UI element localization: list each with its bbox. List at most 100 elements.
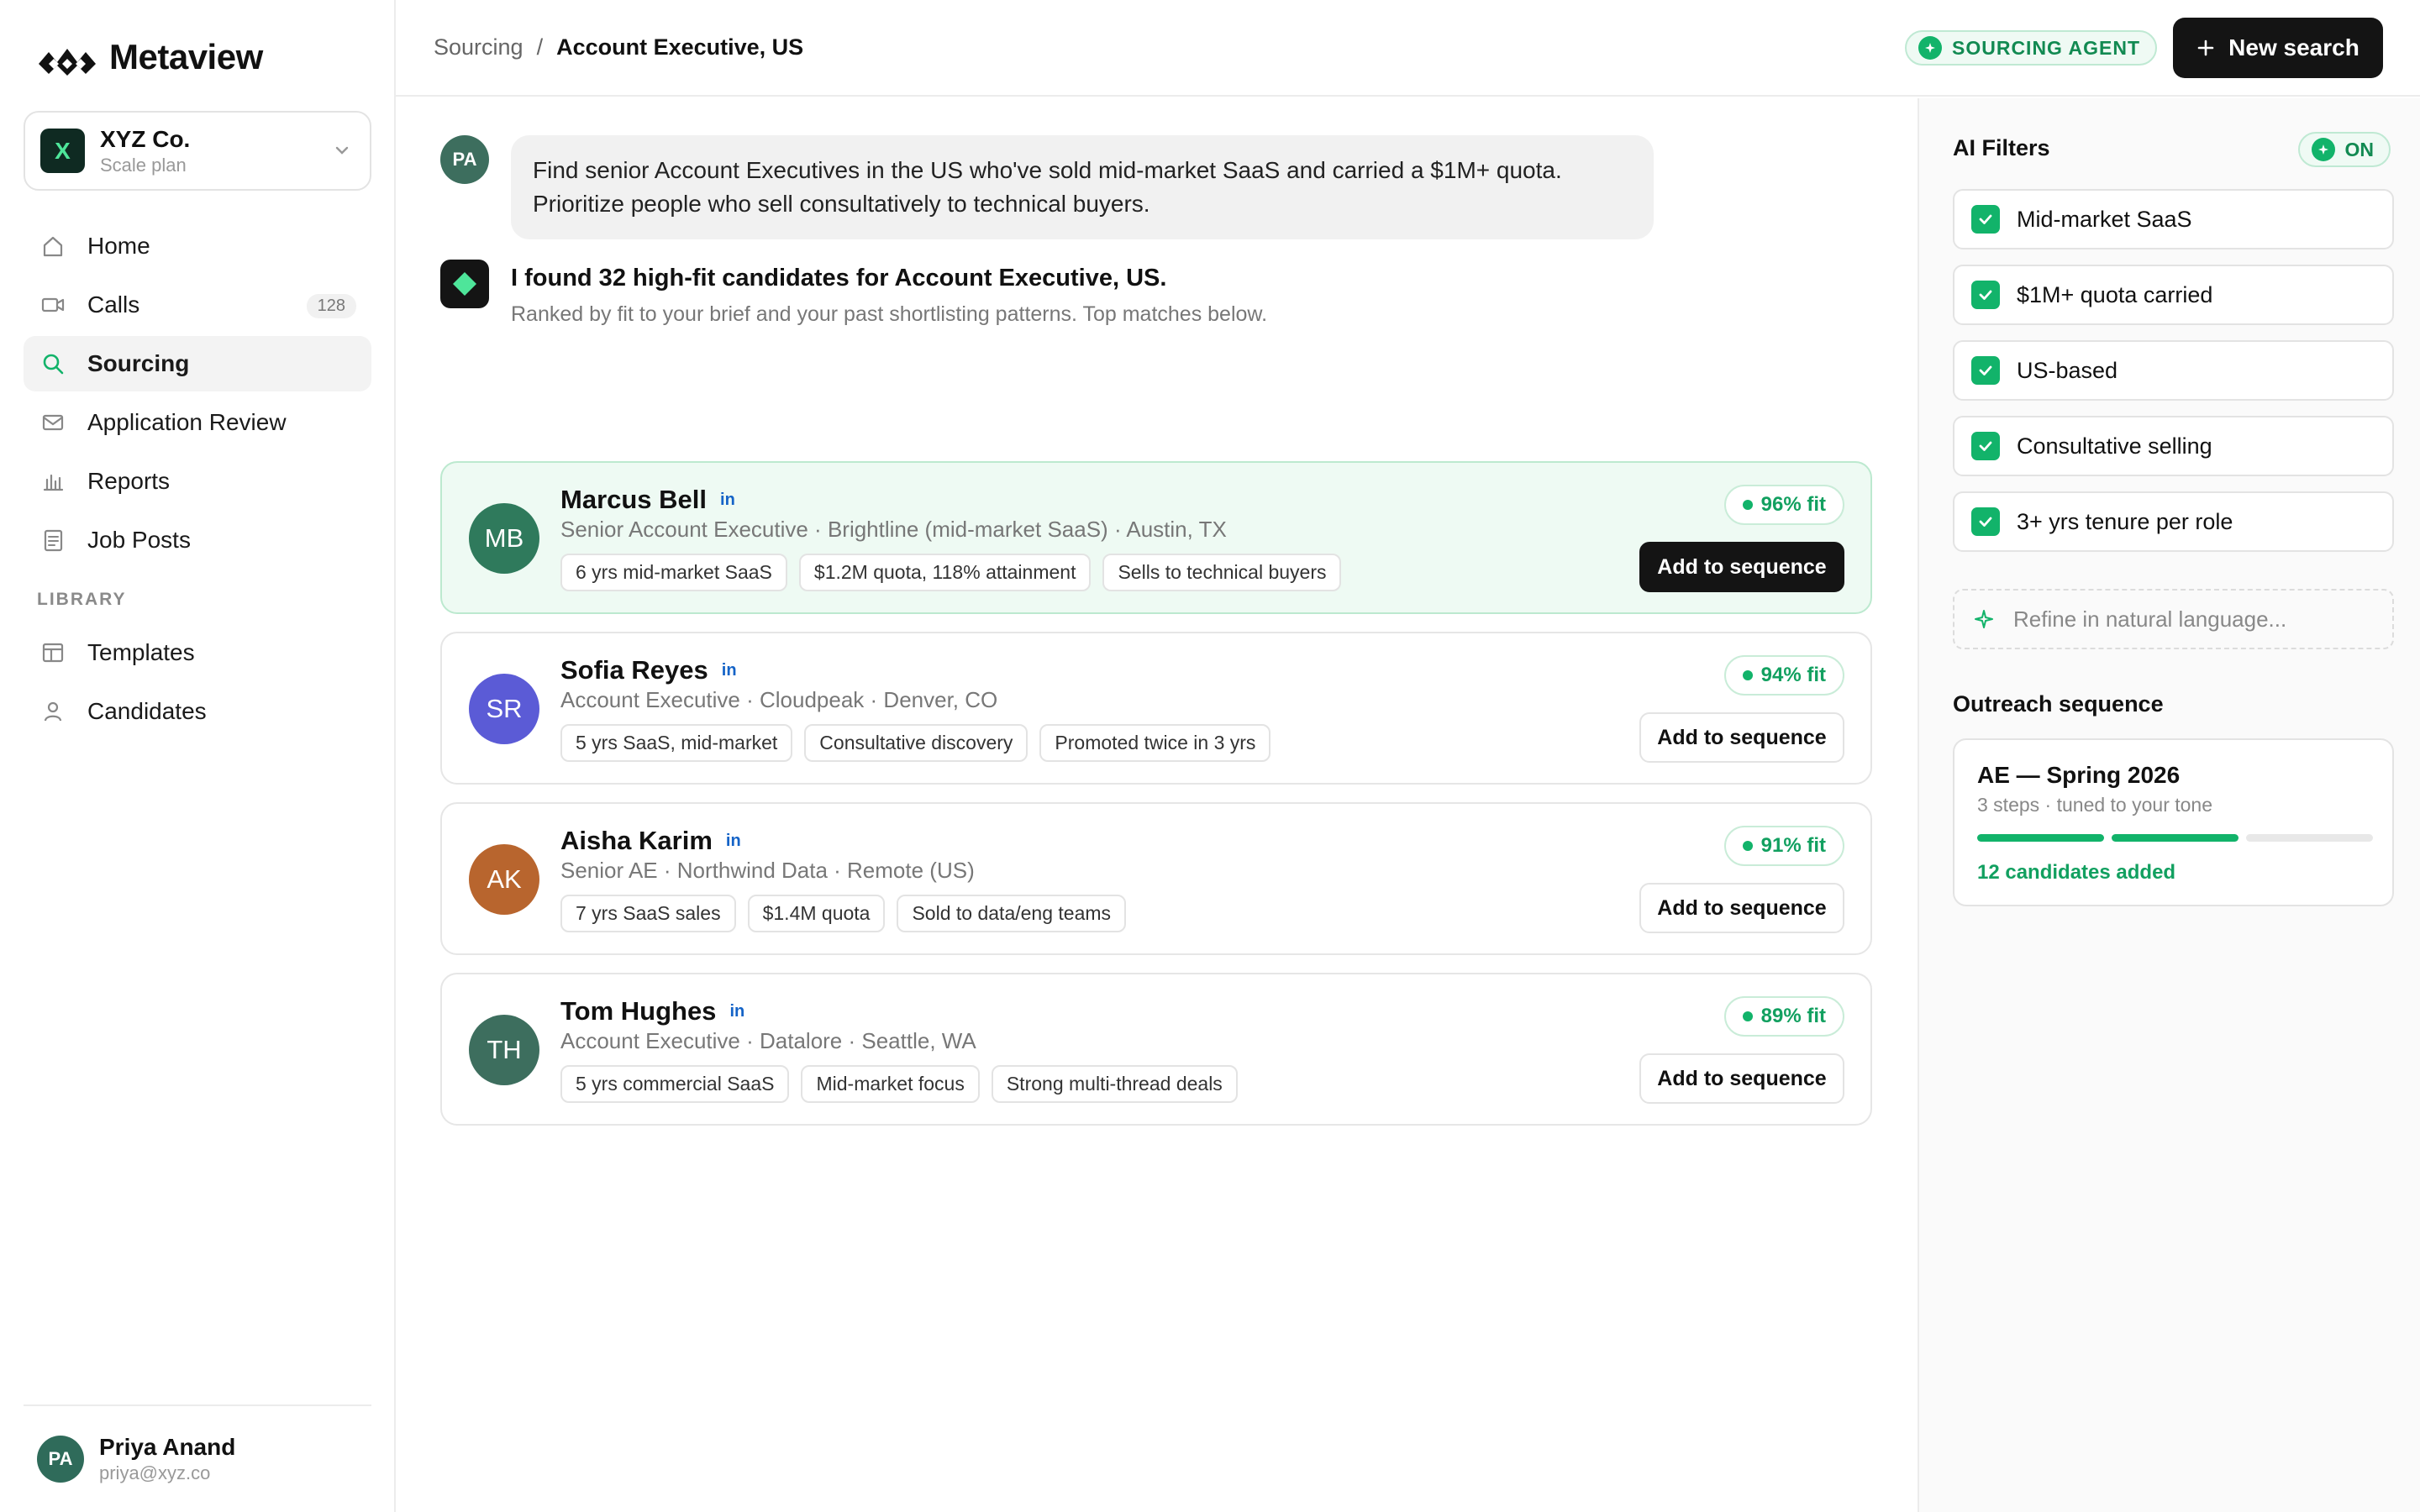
calls-count-badge: 128 <box>306 294 356 318</box>
status-dot-icon <box>1742 500 1753 510</box>
candidate-tag: 5 yrs SaaS, mid-market <box>560 724 793 762</box>
topbar: Sourcing / Account Executive, US SOURCIN… <box>396 0 2420 97</box>
person-icon <box>44 701 62 722</box>
sourcing-agent-label: SOURCING AGENT <box>1952 36 2140 59</box>
candidate-card[interactable]: AK Aisha Karim in Senior AE · Northwind … <box>440 802 1872 955</box>
sidebar-item-label: Job Posts <box>87 527 191 553</box>
add-to-sequence-button[interactable]: Add to sequence <box>1639 1053 1844 1104</box>
sequence-name: AE — Spring 2026 <box>1977 762 2181 788</box>
linkedin-icon[interactable]: in <box>729 1002 744 1021</box>
candidate-card[interactable]: TH Tom Hughes in Account Executive · Dat… <box>440 973 1872 1126</box>
progress-segment <box>1977 834 2104 842</box>
fit-score-badge: 89% fit <box>1723 996 1844 1037</box>
sidebar-item-templates[interactable]: Templates <box>24 625 371 680</box>
fit-score-badge: 96% fit <box>1723 485 1844 525</box>
org-badge: X <box>40 129 85 173</box>
filter-item[interactable]: Mid-market SaaS <box>1953 189 2394 249</box>
sidebar-item-job-posts[interactable]: Job Posts <box>24 512 371 568</box>
filter-label: US-based <box>2017 357 2118 383</box>
candidate-tag: 5 yrs commercial SaaS <box>560 1065 790 1103</box>
breadcrumb-sourcing[interactable]: Sourcing <box>434 34 523 60</box>
new-search-button[interactable]: New search <box>2173 18 2383 78</box>
candidate-card[interactable]: SR Sofia Reyes in Account Executive · Cl… <box>440 632 1872 785</box>
app-root: Metaview X XYZ Co. Scale plan Home Calls… <box>0 0 2420 1512</box>
candidate-tags: 6 yrs mid-market SaaS $1.2M quota, 118% … <box>560 554 1342 591</box>
candidate-name: Aisha Karim <box>560 826 713 855</box>
candidate-tag: 7 yrs SaaS sales <box>560 895 736 932</box>
brand-logo[interactable]: Metaview <box>37 37 263 77</box>
add-to-sequence-button[interactable]: Add to sequence <box>1639 542 1844 592</box>
refine-filters-input[interactable]: Refine in natural language... <box>1953 589 2394 649</box>
ai-filters-toggle[interactable]: ON <box>2297 132 2391 167</box>
org-plan: Scale plan <box>100 154 187 176</box>
candidate-tag: $1.4M quota <box>747 895 886 932</box>
sidebar-item-candidates[interactable]: Candidates <box>24 684 371 739</box>
template-icon <box>42 643 64 663</box>
filter-label: $1M+ quota carried <box>2017 281 2213 307</box>
checkbox-checked-icon[interactable] <box>1971 281 2000 309</box>
avatar: PA <box>440 135 489 184</box>
candidate-card[interactable]: MB Marcus Bell in Senior Account Executi… <box>440 461 1872 614</box>
agent-answer-title: I found 32 high-fit candidates for Accou… <box>511 265 1167 291</box>
fit-score-label: 96% fit <box>1760 493 1826 516</box>
linkedin-icon[interactable]: in <box>726 832 741 851</box>
sparkle-icon <box>1918 36 1942 60</box>
org-switcher[interactable]: X XYZ Co. Scale plan <box>24 111 371 191</box>
candidate-name-row: Tom Hughes in <box>560 996 744 1026</box>
user-prompt-row: PA Find senior Account Executives in the… <box>440 135 1654 239</box>
sidebar-item-label: Templates <box>87 639 195 665</box>
candidate-meta: Senior AE · Northwind Data · Remote (US) <box>560 858 975 883</box>
sequence-card[interactable]: AE — Spring 2026 3 steps · tuned to your… <box>1953 738 2394 906</box>
sidebar-item-application-review[interactable]: Application Review <box>24 395 371 450</box>
avatar: AK <box>469 844 539 915</box>
candidates-added-link[interactable]: 12 candidates added <box>1977 861 2175 885</box>
sidebar-item-sourcing[interactable]: Sourcing <box>24 336 371 391</box>
library-section-label: LIBRARY <box>37 590 127 609</box>
search-icon <box>43 354 64 375</box>
sidebar-item-calls[interactable]: Calls 128 <box>24 277 371 333</box>
filter-item[interactable]: Consultative selling <box>1953 416 2394 476</box>
fit-score-label: 91% fit <box>1760 834 1826 857</box>
candidate-tag: 6 yrs mid-market SaaS <box>560 554 787 591</box>
candidate-meta: Account Executive · Datalore · Seattle, … <box>560 1028 976 1053</box>
status-dot-icon <box>1742 1011 1753 1021</box>
bar-chart-icon <box>43 474 64 491</box>
checkbox-checked-icon[interactable] <box>1971 356 2000 385</box>
mail-icon <box>42 414 64 431</box>
filter-item[interactable]: $1M+ quota carried <box>1953 265 2394 325</box>
filter-label: Mid-market SaaS <box>2017 206 2192 232</box>
avatar: SR <box>469 674 539 744</box>
checkbox-checked-icon[interactable] <box>1971 507 2000 536</box>
linkedin-icon[interactable]: in <box>720 491 735 510</box>
sourcing-agent-badge: SOURCING AGENT <box>1905 30 2157 66</box>
sparkle-icon <box>2311 138 2335 161</box>
sidebar-item-home[interactable]: Home <box>24 218 371 274</box>
candidate-name-row: Aisha Karim in <box>560 826 741 856</box>
candidate-tag: Consultative discovery <box>804 724 1028 762</box>
refine-placeholder: Refine in natural language... <box>2013 606 2287 632</box>
filter-label: 3+ yrs tenure per role <box>2017 508 2233 534</box>
progress-segment <box>2112 834 2238 842</box>
candidate-name-row: Marcus Bell in <box>560 485 735 515</box>
add-to-sequence-button[interactable]: Add to sequence <box>1639 883 1844 933</box>
linkedin-icon[interactable]: in <box>722 661 737 680</box>
avatar: PA <box>37 1436 84 1483</box>
user-email: priya@xyz.co <box>99 1462 211 1483</box>
ai-filters-title: AI Filters <box>1953 135 2050 160</box>
avatar: MB <box>469 503 539 574</box>
home-icon <box>43 236 63 257</box>
sidebar-item-label: Candidates <box>87 698 207 724</box>
add-to-sequence-button[interactable]: Add to sequence <box>1639 712 1844 763</box>
user-name: Priya Anand <box>99 1434 236 1460</box>
sequence-subtitle: 3 steps · tuned to your tone <box>1977 794 2213 816</box>
filter-item[interactable]: US-based <box>1953 340 2394 401</box>
sidebar-item-label: Home <box>87 233 150 259</box>
candidate-tag: Promoted twice in 3 yrs <box>1039 724 1271 762</box>
candidate-meta: Account Executive · Cloudpeak · Denver, … <box>560 687 998 712</box>
filter-item[interactable]: 3+ yrs tenure per role <box>1953 491 2394 552</box>
breadcrumb-current: Account Executive, US <box>556 34 804 60</box>
user-profile[interactable]: PA Priya Anand priya@xyz.co <box>24 1404 371 1512</box>
checkbox-checked-icon[interactable] <box>1971 432 2000 460</box>
checkbox-checked-icon[interactable] <box>1971 205 2000 234</box>
sidebar-item-reports[interactable]: Reports <box>24 454 371 509</box>
